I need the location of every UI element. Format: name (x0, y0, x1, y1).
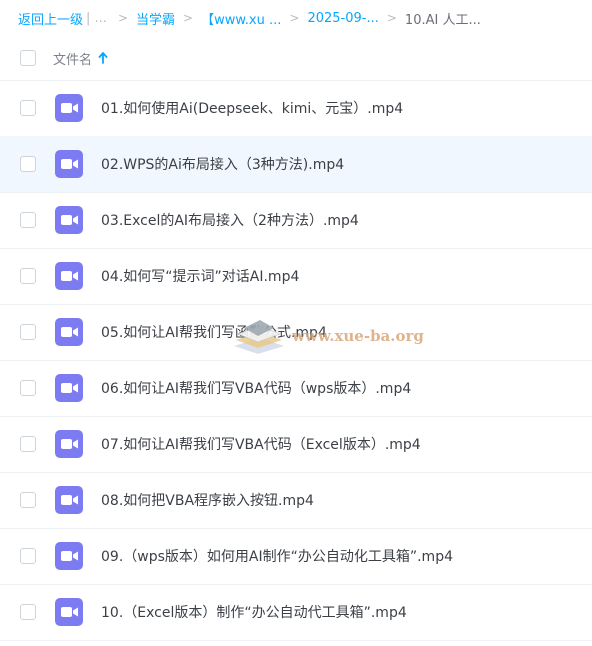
row-checkbox[interactable] (20, 436, 36, 452)
row-checkbox[interactable] (20, 212, 36, 228)
file-row[interactable]: 01.如何使用Ai(Deepseek、kimi、元宝）.mp4 (0, 80, 592, 137)
breadcrumb-current: 10.AI 人工... (404, 12, 481, 28)
video-file-icon (55, 486, 83, 514)
video-file-icon (55, 206, 83, 234)
breadcrumb-ellipsis[interactable]: | ... (86, 11, 107, 26)
file-name[interactable]: 03.Excel的AI布局接入（2种方法）.mp4 (101, 210, 359, 230)
video-file-icon (55, 374, 83, 402)
video-file-icon (55, 94, 83, 122)
video-file-icon (55, 598, 83, 626)
breadcrumb-item-1[interactable]: 当学霸 (136, 9, 175, 28)
row-checkbox[interactable] (20, 268, 36, 284)
file-name[interactable]: 07.如何让AI帮我们写VBA代码（Excel版本）.mp4 (101, 434, 421, 454)
file-row[interactable]: 10.（Excel版本）制作“办公自动代工具箱”.mp4 (0, 584, 592, 641)
video-file-icon (55, 150, 83, 178)
file-name[interactable]: 05.如何让AI帮我们写函数公式.mp4 (101, 322, 327, 342)
video-file-icon (55, 542, 83, 570)
breadcrumb: 返回上一级 | ... > 当学霸 > 【www.xu ... > 2025-0… (18, 0, 592, 36)
file-row[interactable]: 04.如何写“提示词”对话AI.mp4 (0, 248, 592, 305)
file-list-header: 文件名 (0, 36, 592, 81)
row-checkbox[interactable] (20, 548, 36, 564)
file-row[interactable]: 08.如何把VBA程序嵌入按钮.mp4 (0, 472, 592, 529)
column-header-filename[interactable]: 文件名 (53, 49, 108, 68)
file-row[interactable]: 03.Excel的AI布局接入（2种方法）.mp4 (0, 192, 592, 249)
row-checkbox[interactable] (20, 156, 36, 172)
chevron-right-icon: > (183, 11, 194, 25)
file-name[interactable]: 10.（Excel版本）制作“办公自动代工具箱”.mp4 (101, 602, 407, 622)
file-name[interactable]: 01.如何使用Ai(Deepseek、kimi、元宝）.mp4 (101, 98, 403, 118)
breadcrumb-item-3[interactable]: 2025-09-... (307, 11, 378, 26)
row-checkbox[interactable] (20, 100, 36, 116)
video-file-icon (55, 430, 83, 458)
row-checkbox[interactable] (20, 604, 36, 620)
file-row[interactable]: 06.如何让AI帮我们写VBA代码（wps版本）.mp4 (0, 360, 592, 417)
file-name[interactable]: 09.（wps版本）如何用AI制作“办公自动化工具箱”.mp4 (101, 546, 453, 566)
chevron-right-icon: > (289, 11, 300, 25)
file-name[interactable]: 04.如何写“提示词”对话AI.mp4 (101, 266, 299, 286)
select-all-checkbox[interactable] (20, 50, 36, 66)
file-row[interactable]: 05.如何让AI帮我们写函数公式.mp4 (0, 304, 592, 361)
file-name[interactable]: 06.如何让AI帮我们写VBA代码（wps版本）.mp4 (101, 378, 411, 398)
file-row[interactable]: 07.如何让AI帮我们写VBA代码（Excel版本）.mp4 (0, 416, 592, 473)
row-checkbox[interactable] (20, 324, 36, 340)
back-link[interactable]: 返回上一级 (18, 9, 83, 28)
file-name[interactable]: 08.如何把VBA程序嵌入按钮.mp4 (101, 490, 314, 510)
file-row[interactable]: 02.WPS的Ai布局接入（3种方法).mp4 (0, 136, 592, 193)
row-checkbox[interactable] (20, 492, 36, 508)
file-name[interactable]: 02.WPS的Ai布局接入（3种方法).mp4 (101, 154, 344, 174)
row-checkbox[interactable] (20, 380, 36, 396)
video-file-icon (55, 262, 83, 290)
chevron-right-icon: > (386, 11, 397, 25)
video-file-icon (55, 318, 83, 346)
file-row[interactable]: 09.（wps版本）如何用AI制作“办公自动化工具箱”.mp4 (0, 528, 592, 585)
arrow-up-icon[interactable] (98, 52, 108, 64)
chevron-right-icon: > (117, 11, 128, 25)
breadcrumb-item-2[interactable]: 【www.xu ... (201, 9, 281, 28)
column-header-label: 文件名 (53, 52, 93, 68)
